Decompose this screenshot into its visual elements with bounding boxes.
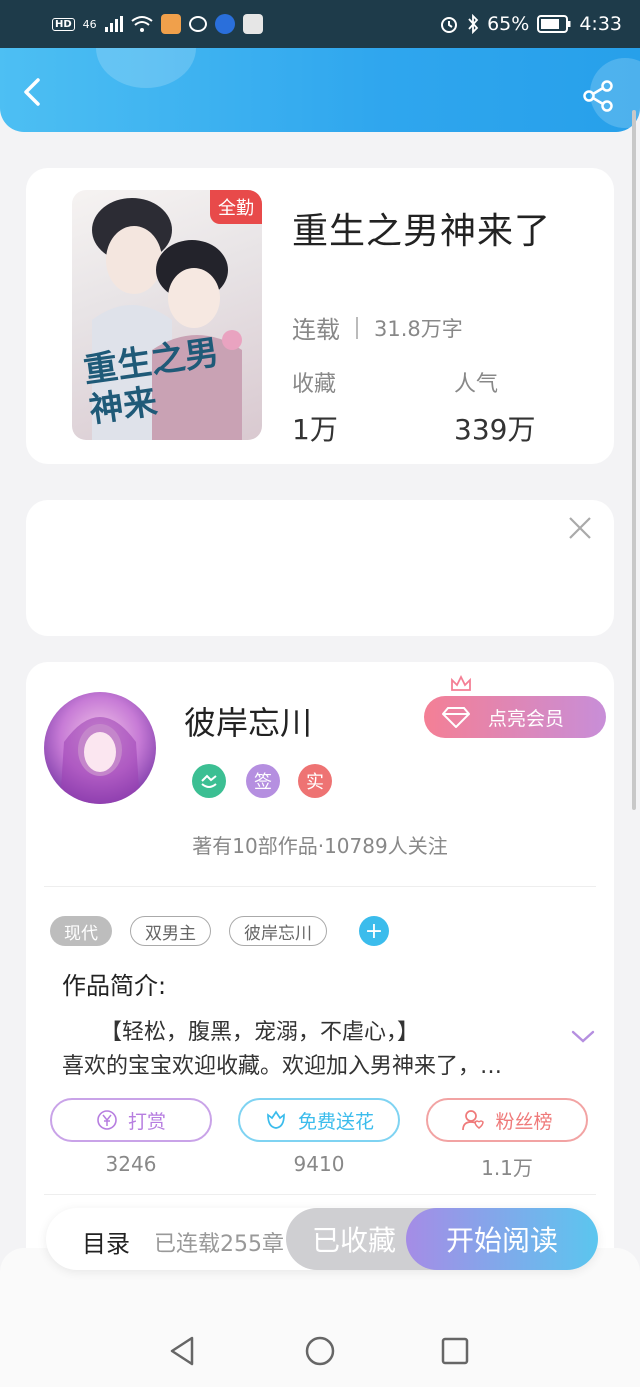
intro-text-line: 【轻松，腹黑，宠溺，不虐心，】	[100, 1020, 420, 1045]
flower-count: 9410	[293, 1152, 345, 1176]
verified-badge: 实	[298, 764, 332, 798]
battery-icon	[537, 15, 571, 33]
status-bar: HD 46 65% 4:33	[0, 0, 640, 48]
tip-count: 3246	[105, 1152, 157, 1176]
tag-list: 现代 双男主 彼岸忘川 +	[50, 916, 389, 946]
nav-recents-icon[interactable]	[438, 1334, 472, 1368]
popularity-value: 339万	[454, 413, 536, 446]
section-divider	[44, 886, 596, 887]
fan-count: 1.1万	[481, 1156, 533, 1180]
avatar-illustration	[60, 717, 140, 804]
signal-icon	[104, 16, 123, 32]
app-notification-icon	[160, 14, 181, 34]
favorites-value: 1万	[292, 413, 338, 446]
author-stats: 著有10部作品·10789人关注	[192, 834, 448, 858]
popularity-label: 人气	[454, 372, 499, 397]
bluetooth-icon	[468, 14, 479, 34]
wifi-icon	[131, 16, 153, 32]
author-name[interactable]: 彼岸忘川	[184, 698, 312, 744]
diamond-icon	[442, 707, 470, 728]
signal-label: 46	[82, 17, 97, 31]
book-title: 重生之男神来了	[292, 211, 552, 252]
nav-back-icon[interactable]	[166, 1334, 200, 1368]
intro-heading: 作品简介:	[62, 972, 167, 1000]
fan-rank-button[interactable]: 粉丝榜	[426, 1098, 588, 1142]
book-info-card: 重生之男神来 全勤 重生之男神来了 连载 31.8万字 收藏 1万 人气 339…	[26, 168, 614, 464]
vip-button-label: 点亮会员	[488, 707, 565, 730]
battery-percent: 65%	[487, 13, 530, 35]
status-bar-right: 65% 4:33	[439, 13, 622, 35]
medal-icon	[201, 774, 217, 788]
share-icon[interactable]	[580, 78, 616, 114]
wechat-icon	[188, 16, 207, 32]
favorites-label: 收藏	[292, 372, 337, 397]
serial-status: 连载	[292, 316, 340, 344]
crown-icon	[451, 674, 471, 691]
send-flower-button[interactable]: 免费送花	[238, 1098, 400, 1142]
yen-icon	[97, 1110, 117, 1130]
close-icon[interactable]	[566, 514, 594, 542]
word-count: 31.8万字	[374, 316, 463, 341]
clock: 4:33	[579, 13, 622, 35]
status-bar-left: HD 46	[52, 14, 263, 34]
nav-home-icon[interactable]	[303, 1334, 337, 1368]
book-cover[interactable]: 重生之男神来 全勤	[72, 190, 262, 440]
flower-icon	[267, 1110, 285, 1129]
tag-item[interactable]: 现代	[50, 916, 112, 946]
bulb-app-icon	[214, 14, 235, 34]
full-attendance-badge: 全勤	[210, 190, 262, 224]
scrollbar[interactable]	[632, 110, 636, 810]
toc-button[interactable]: 目录	[82, 1224, 130, 1259]
ad-banner-card	[26, 500, 614, 636]
author-avatar[interactable]	[44, 692, 156, 804]
tag-item[interactable]: 彼岸忘川	[229, 916, 327, 946]
tag-item[interactable]: 双男主	[130, 916, 211, 946]
medal-badge	[192, 764, 226, 798]
tip-button[interactable]: 打赏	[50, 1098, 212, 1142]
start-reading-button[interactable]: 开始阅读	[406, 1208, 598, 1270]
fan-icon	[462, 1110, 485, 1131]
status-separator	[356, 316, 358, 339]
header-bubble-decoration	[96, 48, 196, 88]
intro-text-line: 喜欢的宝宝欢迎收藏。欢迎加入男神来了，…	[62, 1054, 503, 1079]
tip-label: 打赏	[127, 1110, 166, 1133]
chapter-status[interactable]: 已连载255章	[154, 1226, 284, 1258]
game-app-icon	[242, 14, 263, 34]
send-flower-label: 免费送花	[297, 1110, 374, 1133]
vip-button[interactable]: 点亮会员	[424, 696, 606, 738]
section-divider	[44, 1194, 596, 1195]
system-nav-bar	[0, 1310, 640, 1387]
hd-indicator: HD	[52, 17, 75, 31]
book-status-line: 连载 31.8万字	[292, 310, 463, 345]
back-arrow-icon[interactable]	[18, 76, 50, 108]
add-tag-button[interactable]: +	[359, 916, 389, 946]
alarm-icon	[441, 17, 458, 33]
signed-badge: 签	[246, 764, 280, 798]
page-header	[0, 48, 640, 132]
chevron-down-icon[interactable]	[570, 1028, 596, 1046]
reading-action-bar: 目录 已连载255章 已收藏 开始阅读	[46, 1208, 598, 1270]
fan-rank-label: 粉丝榜	[495, 1110, 553, 1133]
